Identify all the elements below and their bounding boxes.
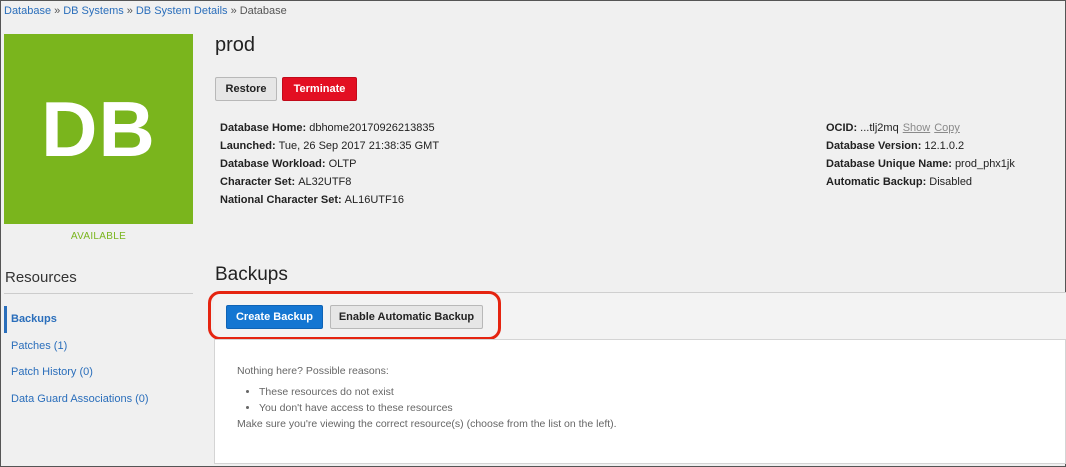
page-title: prod [215, 34, 256, 56]
detail-value: 12.1.0.2 [924, 140, 965, 152]
detail-national-character-set: National Character Set: AL16UTF16 [220, 193, 439, 211]
detail-label: Launched: [220, 140, 276, 152]
resource-item-patch-history[interactable]: Patch History (0) [4, 359, 193, 386]
breadcrumb-current: Database [239, 5, 287, 17]
detail-value: Tue, 26 Sep 2017 21:38:35 GMT [278, 140, 440, 152]
empty-state-footer: Make sure you're viewing the correct res… [237, 418, 617, 430]
detail-value: prod_phx1jk [954, 158, 1015, 170]
restore-button[interactable]: Restore [215, 77, 277, 101]
callout-highlight [208, 291, 501, 340]
detail-label: Database Home: [220, 122, 307, 134]
detail-value: ...tlj2mq [860, 122, 899, 134]
ocid-show-link[interactable]: Show [903, 122, 931, 134]
backups-heading: Backups [215, 264, 288, 285]
detail-label: OCID: [826, 122, 858, 134]
backups-empty-state: Nothing here? Possible reasons: These re… [214, 339, 1066, 464]
detail-automatic-backup: Automatic Backup: Disabled [826, 175, 1015, 193]
database-tile: DB [4, 34, 193, 224]
breadcrumb-separator: » [126, 5, 133, 17]
detail-value: AL16UTF16 [344, 194, 404, 206]
empty-state-heading: Nothing here? Possible reasons: [237, 365, 389, 377]
breadcrumb-separator: » [230, 5, 237, 17]
detail-label: Database Version: [826, 140, 922, 152]
detail-database-version: Database Version: 12.1.0.2 [826, 139, 1015, 157]
breadcrumb-db-system-details[interactable]: DB System Details [136, 5, 228, 17]
breadcrumb: Database» DB Systems» DB System Details» Da… [4, 5, 287, 17]
breadcrumb-db-systems[interactable]: DB Systems [63, 5, 124, 17]
database-tile-label: DB [41, 84, 156, 173]
detail-label: Database Workload: [220, 158, 326, 170]
resources-nav: Backups Patches (1) Patch History (0) Da… [4, 306, 193, 412]
status-badge: AVAILABLE [70, 231, 127, 242]
resource-item-backups[interactable]: Backups [4, 306, 193, 333]
detail-value: OLTP [328, 158, 357, 170]
detail-ocid: OCID: ...tlj2mq Show Copy [826, 121, 1015, 139]
detail-database-home: Database Home: dbhome20170926213835 [220, 121, 439, 139]
empty-state-reasons: These resources do not exist You don't h… [237, 384, 453, 416]
resource-item-patches[interactable]: Patches (1) [4, 333, 193, 360]
breadcrumb-separator: » [54, 5, 61, 17]
detail-value: AL32UTF8 [298, 176, 352, 188]
detail-value: dbhome20170926213835 [309, 122, 435, 134]
resource-item-data-guard-associations[interactable]: Data Guard Associations (0) [4, 386, 193, 413]
detail-database-unique-name: Database Unique Name: prod_phx1jk [826, 157, 1015, 175]
detail-label: National Character Set: [220, 194, 342, 206]
detail-label: Database Unique Name: [826, 158, 952, 170]
detail-database-workload: Database Workload: OLTP [220, 157, 439, 175]
resources-heading: Resources [5, 269, 77, 286]
terminate-button[interactable]: Terminate [282, 77, 357, 101]
detail-character-set: Character Set: AL32UTF8 [220, 175, 439, 193]
detail-launched: Launched: Tue, 26 Sep 2017 21:38:35 GMT [220, 139, 439, 157]
ocid-copy-link[interactable]: Copy [934, 122, 960, 134]
detail-label: Character Set: [220, 176, 296, 188]
resources-divider [4, 293, 193, 294]
details-right: OCID: ...tlj2mq Show Copy Database Version:… [826, 121, 1015, 193]
breadcrumb-database[interactable]: Database [4, 5, 51, 17]
empty-state-reason: You don't have access to these resources [259, 400, 453, 416]
details-left: Database Home: dbhome20170926213835 Launc… [220, 121, 439, 211]
detail-label: Automatic Backup: [826, 176, 927, 188]
empty-state-reason: These resources do not exist [259, 384, 453, 400]
detail-value: Disabled [929, 176, 973, 188]
